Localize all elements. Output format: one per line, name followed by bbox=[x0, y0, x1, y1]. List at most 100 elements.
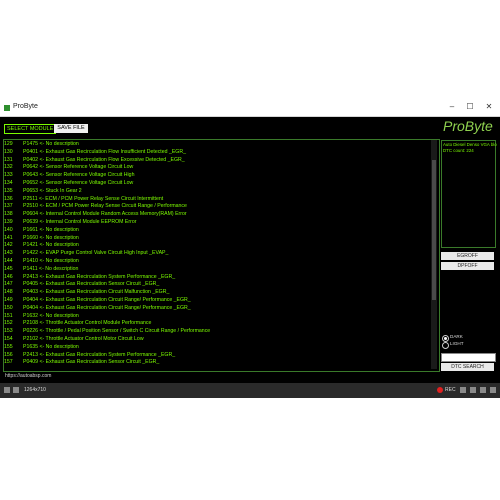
dtc-row[interactable]: 154 P2102 <- Throttle Actuator Control Mo… bbox=[4, 336, 144, 343]
dtc-row-number: 135 bbox=[4, 187, 13, 194]
settings-icon[interactable] bbox=[470, 387, 476, 393]
dtc-row-text: P2510 <- ECM / PCM Power Relay Sense Cir… bbox=[23, 203, 187, 210]
window-icon[interactable] bbox=[4, 387, 10, 393]
dtc-row[interactable]: 133 P0643 <- Sensor Reference Voltage Cir… bbox=[4, 172, 134, 179]
dtc-row-number: 133 bbox=[4, 172, 13, 179]
dtc-search-button[interactable]: DTC SEARCH bbox=[441, 363, 494, 371]
dtc-row[interactable]: 148 P0403 <- Exhaust Gas Recirculation Ci… bbox=[4, 289, 169, 296]
dtc-row[interactable]: 149 P0404 <- Exhaust Gas Recirculation Ci… bbox=[4, 297, 191, 304]
dark-radio-label: DARK bbox=[450, 334, 463, 339]
light-radio-label: LIGHT bbox=[450, 341, 464, 346]
resolution-label: 1264x710 bbox=[24, 387, 46, 393]
list-scrollbar[interactable] bbox=[431, 140, 437, 369]
dtc-row[interactable]: 137 P2510 <- ECM / PCM Power Relay Sense … bbox=[4, 203, 187, 210]
title-bar: ProByte – ☐ ✕ bbox=[0, 101, 500, 117]
dtc-row[interactable]: 135 P0653 <- Stuck In Gear 2 bbox=[4, 188, 82, 195]
close-recording-icon[interactable] bbox=[490, 387, 496, 393]
dtc-row-text: P2413 <- Exhaust Gas Recirculation Syste… bbox=[23, 273, 176, 280]
dtc-row[interactable]: 134 P0652 <- Sensor Reference Voltage Cir… bbox=[4, 180, 133, 187]
dtc-row-number: 143 bbox=[4, 250, 13, 257]
dtc-row[interactable]: 152 P2108 <- Throttle Actuator Control Mo… bbox=[4, 320, 151, 327]
dtc-row-text: P1411 <- No description bbox=[23, 265, 79, 272]
dtc-row-number: 153 bbox=[4, 328, 13, 335]
dtc-row[interactable]: 144 P1410 <- No description bbox=[4, 258, 79, 265]
dtc-row-number: 145 bbox=[4, 265, 13, 272]
dtc-row[interactable]: 143 P1422 <- EVAP Purge Control Valve Cir… bbox=[4, 250, 168, 257]
dtc-row-number: 137 bbox=[4, 203, 13, 210]
dtc-row-number: 151 bbox=[4, 312, 13, 319]
dtc-row-text: P0643 <- Sensor Reference Voltage Circui… bbox=[23, 172, 135, 179]
dtc-row-number: 131 bbox=[4, 156, 13, 163]
monitor-icon[interactable] bbox=[13, 387, 19, 393]
pause-icon[interactable] bbox=[480, 387, 486, 393]
minimize-icon[interactable]: – bbox=[446, 102, 458, 111]
dtc-row-text: P0409 <- Exhaust Gas Recirculation Senso… bbox=[23, 359, 160, 366]
dtc-row[interactable]: 150 P0404 <- Exhaust Gas Recirculation Ci… bbox=[4, 305, 191, 312]
dtc-row-number: 149 bbox=[4, 297, 13, 303]
dtc-row[interactable]: 146 P2413 <- Exhaust Gas Recirculation Sy… bbox=[4, 274, 175, 281]
dtc-row-text: P0226 <- Throttle / Pedal Position Senso… bbox=[23, 328, 211, 335]
dtc-row[interactable]: 147 P0405 <- Exhaust Gas Recirculation Se… bbox=[4, 281, 159, 288]
egr-off-button[interactable]: EGROFF bbox=[441, 252, 494, 260]
dtc-row-number: 132 bbox=[4, 164, 13, 171]
dtc-row-number: 139 bbox=[4, 219, 13, 225]
dtc-row[interactable]: 129 P1475 <- No description bbox=[4, 141, 79, 148]
dtc-row[interactable]: 141 P1660 <- No description bbox=[4, 235, 79, 242]
footer-url[interactable]: https://autoabsp.com bbox=[5, 373, 51, 379]
dtc-row-number: 129 bbox=[4, 141, 13, 147]
dtc-row-number: 142 bbox=[4, 242, 13, 249]
maximize-icon[interactable]: ☐ bbox=[464, 102, 476, 111]
dtc-row[interactable]: 142 P1421 <- No description bbox=[4, 242, 79, 249]
record-icon[interactable] bbox=[437, 387, 443, 393]
brand-logo: ProByte bbox=[443, 118, 493, 134]
dtc-row[interactable]: 156 P2413 <- Exhaust Gas Recirculation Sy… bbox=[4, 352, 175, 359]
dtc-row-text: P0402 <- Exhaust Gas Recirculation Flow … bbox=[23, 156, 185, 163]
dtc-row[interactable]: 131 P0402 <- Exhaust Gas Recirculation Fl… bbox=[4, 157, 185, 164]
scrollbar-thumb[interactable] bbox=[432, 160, 436, 300]
dtc-row-number: 152 bbox=[4, 320, 13, 327]
dtc-row-number: 134 bbox=[4, 180, 13, 186]
window-title: ProByte bbox=[13, 103, 38, 110]
camera-icon[interactable] bbox=[460, 387, 466, 393]
dtc-row[interactable]: 139 P0639 <- Internal Control Module EEPR… bbox=[4, 219, 136, 226]
dtc-row-number: 150 bbox=[4, 304, 13, 311]
rec-label: REC bbox=[445, 387, 456, 393]
dtc-row-text: P0404 <- Exhaust Gas Recirculation Circu… bbox=[23, 304, 191, 311]
dtc-search-input[interactable] bbox=[441, 353, 496, 362]
dtc-row[interactable]: 155 P1635 <- No description bbox=[4, 344, 79, 351]
dtc-row-number: 130 bbox=[4, 148, 13, 155]
dtc-row-number: 140 bbox=[4, 226, 13, 233]
dtc-row-text: P0405 <- Exhaust Gas Recirculation Senso… bbox=[23, 281, 160, 288]
dtc-row-text: P2413 <- Exhaust Gas Recirculation Syste… bbox=[23, 351, 176, 358]
dtc-row-text: P1410 <- No description bbox=[23, 258, 79, 264]
dtc-row-text: P1422 <- EVAP Purge Control Valve Circui… bbox=[23, 250, 169, 257]
dtc-row[interactable]: 145 P1411 <- No description bbox=[4, 266, 78, 273]
save-file-button[interactable]: SAVE FILE bbox=[54, 124, 88, 133]
dtc-row-number: 136 bbox=[4, 195, 13, 202]
dtc-row[interactable]: 151 P1632 <- No description bbox=[4, 313, 79, 320]
dark-radio[interactable] bbox=[442, 335, 449, 342]
dtc-row-text: P1632 <- No description bbox=[23, 312, 79, 319]
dtc-row-text: P1660 <- No description bbox=[23, 234, 79, 241]
dpf-off-button[interactable]: DPFOFF bbox=[441, 262, 494, 270]
dtc-row-text: P0653 <- Stuck In Gear 2 bbox=[23, 187, 82, 194]
light-radio[interactable] bbox=[442, 342, 449, 349]
dtc-row-number: 147 bbox=[4, 281, 13, 288]
dtc-row[interactable]: 153 P0226 <- Throttle / Pedal Position Se… bbox=[4, 328, 210, 335]
dtc-row[interactable]: 138 P0604 <- Internal Control Module Rand… bbox=[4, 211, 187, 218]
select-module-button[interactable]: SELECT MODULE bbox=[4, 124, 57, 134]
dtc-row-number: 154 bbox=[4, 336, 13, 342]
status-bar bbox=[0, 383, 500, 398]
dtc-row-number: 155 bbox=[4, 343, 13, 350]
dtc-row[interactable]: 157 P0409 <- Exhaust Gas Recirculation Se… bbox=[4, 359, 159, 366]
app-icon bbox=[4, 105, 10, 111]
close-icon[interactable]: ✕ bbox=[483, 102, 495, 111]
dtc-row-text: P0403 <- Exhaust Gas Recirculation Circu… bbox=[23, 289, 170, 296]
dtc-row[interactable]: 136 P2511 <- ECM / PCM Power Relay Sense … bbox=[4, 196, 163, 203]
dtc-row-text: P0604 <- Internal Control Module Random … bbox=[23, 211, 187, 218]
dtc-row[interactable]: 132 P0642 <- Sensor Reference Voltage Cir… bbox=[4, 164, 133, 171]
dtc-row[interactable]: 140 P1661 <- No description bbox=[4, 227, 79, 234]
dtc-row[interactable]: 130 P0401 <- Exhaust Gas Recirculation Fl… bbox=[4, 149, 186, 156]
dtc-row-text: P2511 <- ECM / PCM Power Relay Sense Cir… bbox=[23, 195, 164, 202]
dtc-row-number: 146 bbox=[4, 273, 13, 280]
